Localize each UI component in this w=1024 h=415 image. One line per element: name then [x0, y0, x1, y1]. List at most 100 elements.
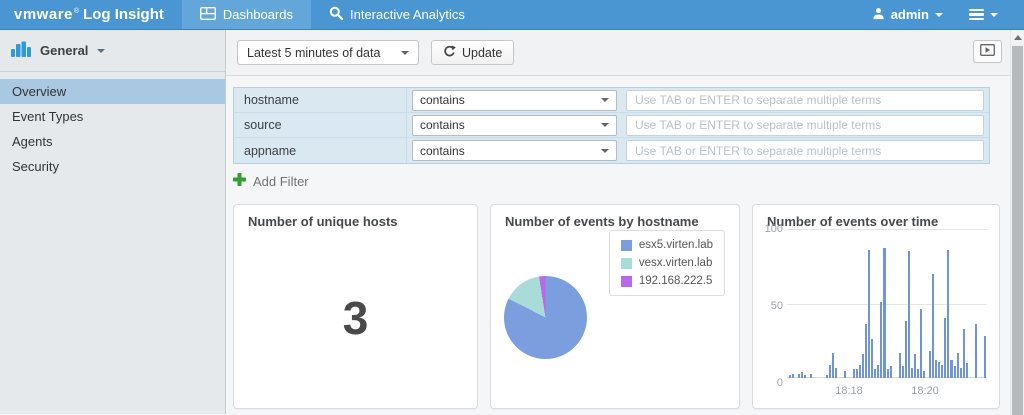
- bar: [901, 366, 904, 378]
- sidebar-item-overview[interactable]: Overview: [0, 79, 225, 104]
- legend-label: esx5.virten.lab: [638, 239, 713, 251]
- widget-unique-hosts[interactable]: Number of unique hosts 3: [233, 204, 478, 409]
- y-axis-tick: 100: [764, 223, 783, 235]
- present-icon: [980, 43, 995, 61]
- operator-value: contains: [420, 93, 465, 107]
- user-menu[interactable]: admin: [872, 7, 943, 23]
- registered-mark: ®: [73, 8, 80, 15]
- dashboards-icon: [199, 6, 216, 23]
- x-axis-tick: 18:18: [835, 385, 863, 397]
- vertical-scrollbar[interactable]: [1010, 30, 1024, 415]
- sidebar-item-event-types[interactable]: Event Types: [0, 104, 225, 129]
- bar: [804, 375, 807, 378]
- bar-series: [789, 229, 987, 378]
- bar: [831, 352, 834, 378]
- chevron-down-icon: [935, 12, 943, 17]
- bar: [950, 360, 953, 378]
- unique-hosts-value: 3: [342, 292, 369, 344]
- dashboard-group-selector[interactable]: General: [0, 30, 225, 72]
- tab-label: Dashboards: [222, 7, 293, 22]
- widget-events-over-time[interactable]: Number of events over time 100 50 0 18:1…: [752, 204, 1000, 409]
- plus-icon: [233, 173, 246, 189]
- bar: [944, 318, 947, 378]
- sidebar-item-agents[interactable]: Agents: [0, 129, 225, 154]
- toolbar: Latest 5 minutes of data Update: [226, 30, 1024, 76]
- user-icon: [872, 7, 885, 23]
- filter-field-label: hostname: [244, 93, 299, 107]
- bar: [932, 273, 935, 378]
- legend-label: 192.168.222.5: [638, 275, 713, 287]
- brand-name: vmware: [14, 6, 73, 23]
- update-label: Update: [462, 45, 503, 60]
- filter-panel: hostname contains source: [233, 87, 990, 164]
- bar: [974, 324, 977, 378]
- filter-operator-select-hostname[interactable]: contains: [412, 89, 617, 111]
- nav-tabs: Dashboards Interactive Analytics: [181, 0, 483, 29]
- bar: [792, 373, 795, 378]
- bar: [984, 336, 987, 378]
- tab-interactive-analytics[interactable]: Interactive Analytics: [311, 0, 483, 29]
- chevron-down-icon: [97, 48, 106, 53]
- filter-value-input-hostname[interactable]: [626, 89, 984, 111]
- bar: [874, 369, 877, 378]
- main-menu-button[interactable]: [969, 8, 998, 21]
- bar: [904, 321, 907, 378]
- operator-value: contains: [420, 118, 465, 132]
- bar: [965, 363, 968, 378]
- bar: [920, 309, 923, 378]
- bar: [941, 364, 944, 378]
- bar: [810, 373, 813, 378]
- widget-title: Number of unique hosts: [248, 214, 398, 229]
- bar: [828, 364, 831, 378]
- pie-legend: esx5.virten.lab vesx.virten.lab 192.168.…: [608, 230, 725, 296]
- hamburger-icon: [969, 8, 984, 21]
- bar: [898, 352, 901, 378]
- bar: [886, 369, 889, 378]
- filter-row-appname: appname contains: [234, 138, 989, 163]
- add-filter-label: Add Filter: [253, 173, 309, 189]
- bar: [789, 375, 792, 378]
- username: admin: [890, 7, 929, 22]
- bar: [883, 248, 886, 378]
- bar: [913, 354, 916, 378]
- pie-chart[interactable]: [504, 276, 587, 359]
- bar: [907, 251, 910, 378]
- present-mode-button[interactable]: [973, 40, 1002, 63]
- sidebar-item-security[interactable]: Security: [0, 154, 225, 179]
- legend-swatch: [620, 275, 632, 287]
- filter-operator-select-source[interactable]: contains: [412, 114, 617, 136]
- bar: [923, 370, 926, 378]
- filter-value-input-source[interactable]: [626, 114, 984, 136]
- bar: [947, 249, 950, 378]
- operator-value: contains: [420, 143, 465, 158]
- y-axis-tick: 50: [770, 300, 783, 312]
- bar: [843, 370, 846, 378]
- legend-swatch: [620, 257, 632, 269]
- chevron-down-icon: [601, 98, 609, 102]
- widget-row: Number of unique hosts 3 Number of event…: [233, 204, 1024, 409]
- filter-value-input-appname[interactable]: [626, 140, 984, 161]
- widget-events-by-hostname[interactable]: Number of events by hostname esx5.virten…: [490, 204, 740, 409]
- legend-item: vesx.virten.lab: [620, 257, 713, 269]
- bar: [856, 369, 859, 378]
- tab-label: Interactive Analytics: [349, 7, 465, 22]
- filter-row-hostname: hostname contains: [234, 88, 989, 113]
- chevron-down-icon: [601, 123, 609, 127]
- y-axis-tick: 0: [776, 377, 783, 389]
- update-button[interactable]: Update: [431, 40, 515, 65]
- bar-chart: 18:18 18:20: [787, 229, 987, 397]
- bar: [959, 367, 962, 378]
- bar: [877, 364, 880, 378]
- filter-operator-select-appname[interactable]: contains: [412, 140, 617, 161]
- time-range-select[interactable]: Latest 5 minutes of data: [237, 40, 419, 65]
- add-filter-button[interactable]: Add Filter: [233, 173, 1024, 189]
- refresh-icon: [443, 45, 456, 61]
- scroll-up-arrow[interactable]: [1011, 30, 1024, 45]
- bar: [953, 366, 956, 378]
- bar: [862, 354, 865, 378]
- tab-dashboards[interactable]: Dashboards: [181, 0, 311, 29]
- filter-field-label: appname: [244, 143, 297, 158]
- bar: [865, 324, 868, 378]
- bar: [910, 367, 913, 378]
- scrollbar-thumb[interactable]: [1012, 46, 1023, 415]
